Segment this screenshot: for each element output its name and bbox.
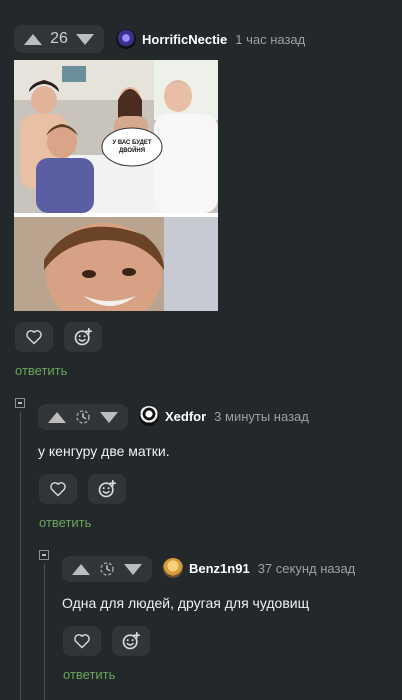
vote-widget — [62, 556, 152, 582]
reply-link[interactable]: ответить — [39, 515, 91, 530]
heart-icon — [50, 482, 66, 497]
comment-time: 37 секунд назад — [257, 560, 356, 576]
react-button[interactable] — [88, 474, 126, 504]
avatar[interactable] — [116, 29, 136, 49]
comment-author: Xedfor 3 минуты назад — [139, 406, 309, 426]
comment-text: Одна для людей, другая для чудовищ — [62, 595, 310, 611]
emoji-add-icon — [122, 631, 141, 650]
author-name[interactable]: Xedfor — [165, 409, 206, 424]
comment-author: HorrificNectie 1 час назад — [116, 29, 305, 49]
author-name[interactable]: Benz1n91 — [189, 561, 250, 576]
downvote-button[interactable] — [100, 411, 118, 423]
vote-widget: 26 — [14, 25, 104, 53]
meme-picture: У ВАС БУДЕТ ДВОЙНЯ — [14, 60, 218, 311]
collapse-thread-button[interactable] — [39, 550, 49, 560]
react-button[interactable] — [64, 322, 102, 352]
upvote-button[interactable] — [72, 563, 90, 575]
clock-icon — [76, 410, 90, 424]
upvote-button[interactable] — [48, 411, 66, 423]
vote-count: 26 — [50, 30, 68, 47]
thread-line — [20, 412, 21, 700]
like-button[interactable] — [39, 474, 77, 504]
like-button[interactable] — [15, 322, 53, 352]
emoji-add-icon — [98, 479, 117, 498]
vote-widget — [38, 404, 128, 430]
heart-icon — [26, 330, 42, 345]
thread-line — [44, 564, 45, 700]
author-name[interactable]: HorrificNectie — [142, 32, 227, 47]
upvote-button[interactable] — [24, 33, 42, 45]
comment-author: Benz1n91 37 секунд назад — [163, 558, 355, 578]
like-button[interactable] — [63, 626, 101, 656]
emoji-add-icon — [74, 327, 93, 346]
react-button[interactable] — [112, 626, 150, 656]
avatar[interactable] — [163, 558, 183, 578]
downvote-button[interactable] — [124, 563, 142, 575]
reply-link[interactable]: ответить — [63, 667, 115, 682]
heart-icon — [74, 634, 90, 649]
collapse-thread-button[interactable] — [15, 398, 25, 408]
comment-time: 1 час назад — [235, 31, 306, 47]
avatar[interactable] — [139, 406, 159, 426]
comment-time: 3 минуты назад — [214, 408, 309, 424]
comment-image[interactable]: У ВАС БУДЕТ ДВОЙНЯ — [14, 60, 218, 311]
downvote-button[interactable] — [75, 33, 94, 45]
reply-link[interactable]: ответить — [15, 363, 67, 378]
comment-text: у кенгуру две матки. — [38, 443, 170, 459]
clock-icon — [100, 562, 114, 576]
